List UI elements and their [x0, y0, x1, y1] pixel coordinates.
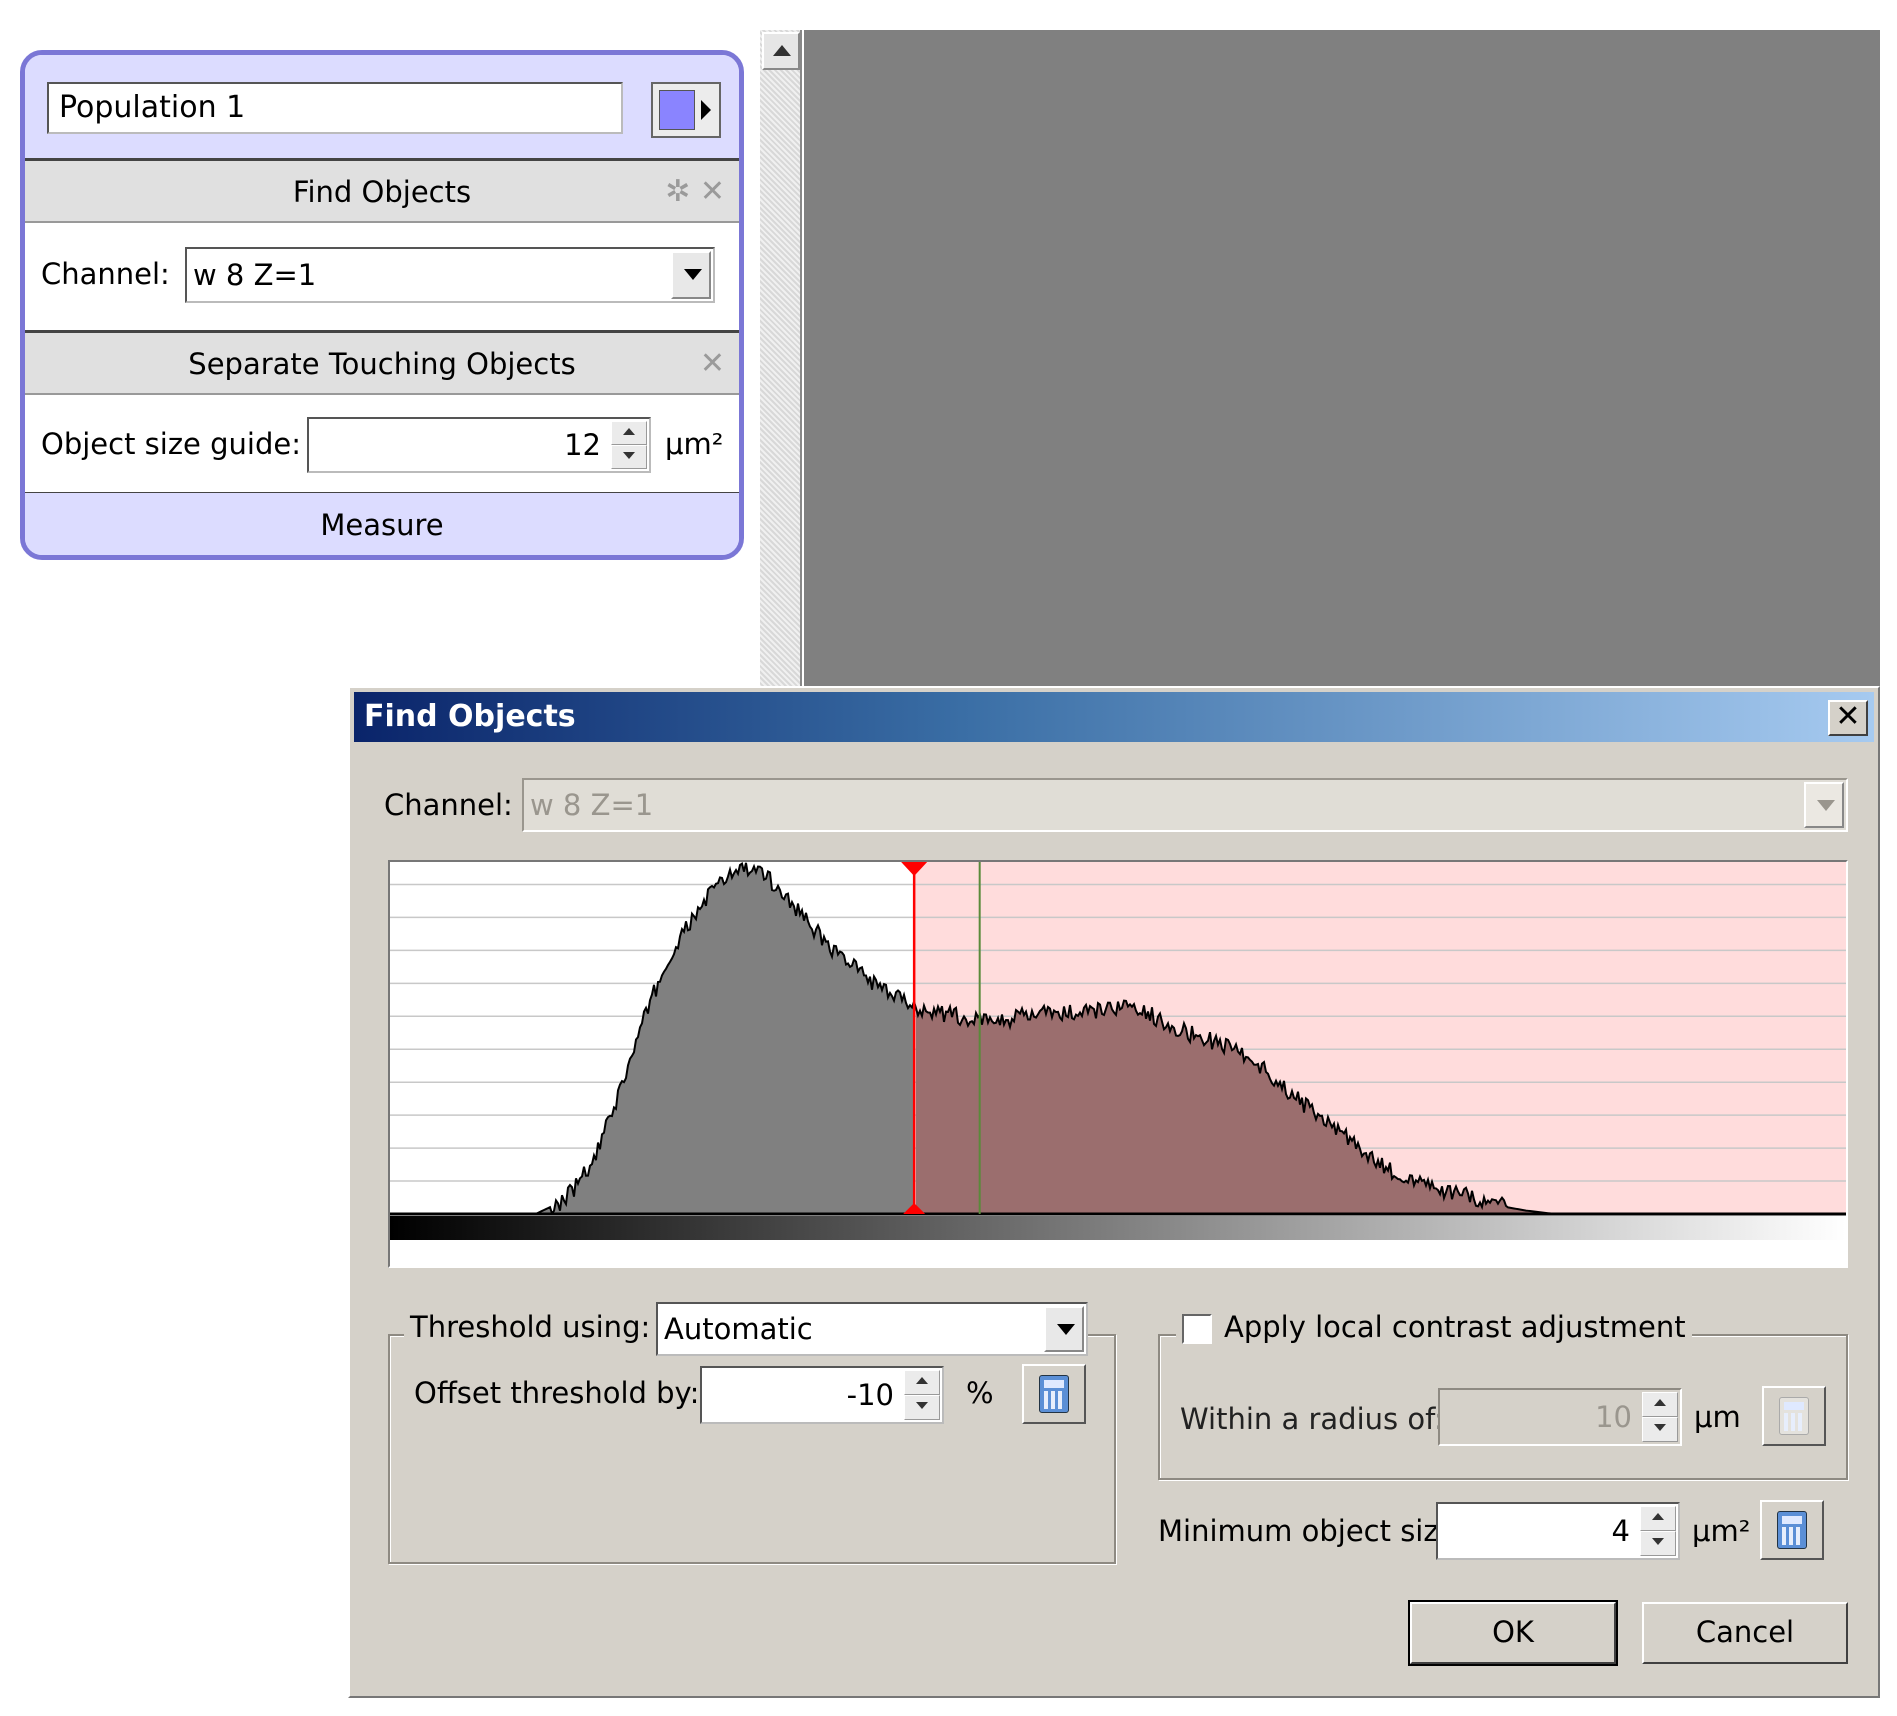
dialog-titlebar[interactable]: Find Objects ✕	[354, 692, 1874, 742]
dialog-title: Find Objects	[364, 699, 576, 734]
population-row: Population 1	[25, 55, 739, 161]
spin-down-icon[interactable]	[904, 1395, 940, 1420]
channel-label: Channel:	[384, 788, 513, 822]
image-viewer[interactable]	[804, 30, 1880, 690]
threshold-group: Threshold using: Automatic Offset thresh…	[388, 1302, 1116, 1564]
spin-buttons[interactable]	[1640, 1506, 1676, 1556]
radius-unit: μm	[1694, 1400, 1741, 1434]
close-icon[interactable]: ✕	[700, 346, 725, 381]
channel-value: w 8 Z=1	[193, 258, 317, 292]
local-contrast-group: Apply local contrast adjustment Within a…	[1158, 1310, 1848, 1480]
find-objects-header[interactable]: Find Objects ✲ ✕	[25, 161, 739, 223]
offset-threshold-stepper[interactable]: -10	[700, 1366, 944, 1424]
spin-down-icon[interactable]	[611, 445, 647, 469]
arrow-right-icon	[701, 100, 711, 120]
ok-button[interactable]: OK	[1408, 1600, 1618, 1666]
spin-down-icon[interactable]	[1642, 1417, 1678, 1442]
measure-label: Measure	[320, 508, 444, 542]
object-size-value: 12	[564, 428, 601, 462]
find-objects-dialog: Find Objects ✕ Channel: w 8 Z=1 Threshol…	[348, 686, 1880, 1698]
intensity-gradient-bar	[390, 1216, 1846, 1240]
radius-stepper[interactable]: 10	[1438, 1388, 1682, 1446]
measure-section[interactable]: Measure	[25, 493, 739, 555]
histogram-area-below-threshold	[390, 862, 914, 1214]
offset-unit: %	[966, 1376, 994, 1410]
spin-up-icon[interactable]	[1640, 1506, 1676, 1531]
object-size-label: Object size guide:	[41, 427, 301, 461]
calculator-icon[interactable]	[1762, 1386, 1826, 1446]
separate-objects-title: Separate Touching Objects	[188, 347, 576, 381]
offset-threshold-value: -10	[846, 1378, 894, 1412]
color-swatch	[659, 90, 695, 130]
intensity-histogram[interactable]	[388, 860, 1848, 1268]
spin-down-icon[interactable]	[1640, 1531, 1676, 1556]
spin-up-icon[interactable]	[611, 421, 647, 445]
separate-objects-header[interactable]: Separate Touching Objects ✕	[25, 333, 739, 395]
close-icon[interactable]: ✕	[1828, 700, 1868, 736]
offset-threshold-label: Offset threshold by:	[414, 1376, 700, 1410]
local-contrast-legend: Apply local contrast adjustment	[1176, 1310, 1692, 1344]
pipeline-panel: Population 1 Find Objects ✲ ✕ Channel: w…	[20, 50, 744, 560]
channel-label: Channel:	[41, 257, 170, 291]
threshold-method-value: Automatic	[664, 1312, 813, 1346]
find-objects-body: Channel: w 8 Z=1	[25, 223, 739, 333]
population-color-button[interactable]	[651, 82, 721, 138]
spin-buttons[interactable]	[611, 421, 647, 469]
histogram-plot[interactable]	[390, 862, 1846, 1266]
threshold-using-label: Threshold using:	[404, 1310, 657, 1344]
close-icon[interactable]: ✕	[700, 174, 725, 209]
spin-buttons[interactable]	[1642, 1392, 1678, 1442]
channel-value: w 8 Z=1	[530, 788, 654, 822]
chevron-down-icon[interactable]	[1044, 1306, 1084, 1352]
chevron-down-icon[interactable]	[671, 251, 711, 299]
radius-value: 10	[1595, 1400, 1632, 1434]
spin-buttons[interactable]	[904, 1370, 940, 1420]
min-size-label: Minimum object size:	[1158, 1514, 1467, 1548]
local-contrast-checkbox[interactable]	[1182, 1314, 1212, 1344]
spin-up-icon[interactable]	[1642, 1392, 1678, 1417]
spin-up-icon[interactable]	[904, 1370, 940, 1395]
channel-select[interactable]: w 8 Z=1	[185, 247, 715, 303]
channel-select[interactable]: w 8 Z=1	[522, 778, 1848, 832]
chevron-down-icon[interactable]	[1804, 782, 1844, 828]
radius-label: Within a radius of:	[1180, 1402, 1445, 1436]
calculator-icon[interactable]	[1760, 1500, 1824, 1560]
object-size-unit: μm²	[665, 427, 724, 461]
gear-icon[interactable]: ✲	[665, 174, 690, 209]
min-size-value: 4	[1611, 1514, 1630, 1548]
min-size-unit: μm²	[1692, 1514, 1751, 1548]
vertical-scrollbar[interactable]	[760, 30, 802, 690]
find-objects-title: Find Objects	[292, 175, 472, 209]
object-size-stepper[interactable]: 12	[307, 417, 651, 473]
local-contrast-label: Apply local contrast adjustment	[1224, 1310, 1686, 1344]
cancel-button[interactable]: Cancel	[1642, 1602, 1848, 1664]
separate-objects-body: Object size guide: 12 μm²	[25, 395, 739, 495]
threshold-method-select[interactable]: Automatic	[656, 1302, 1088, 1356]
population-name-field[interactable]: Population 1	[47, 82, 623, 134]
calculator-icon[interactable]	[1022, 1364, 1086, 1424]
scroll-up-icon[interactable]	[762, 32, 800, 70]
min-size-stepper[interactable]: 4	[1436, 1502, 1680, 1560]
